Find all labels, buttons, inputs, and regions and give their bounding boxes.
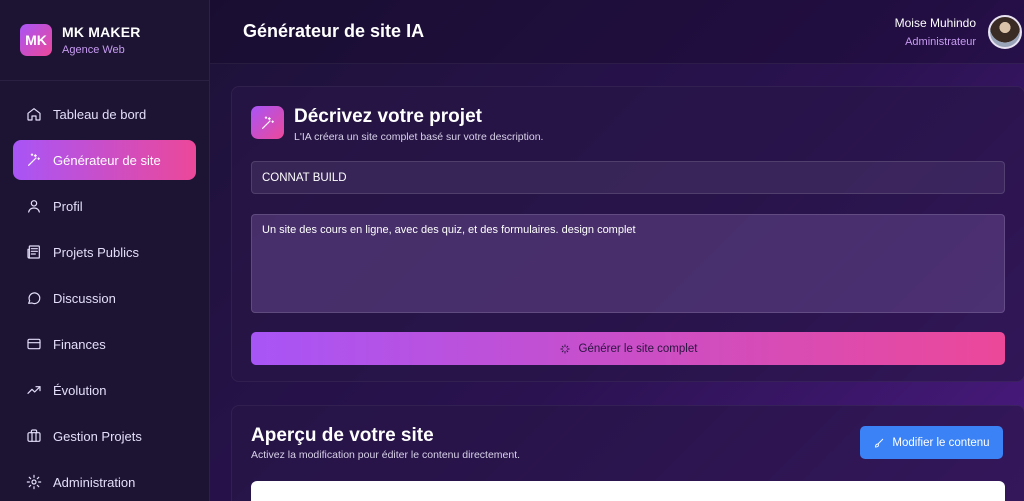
user-icon [26,198,42,214]
generator-card-header: Décrivez votre projet L'IA créera un sit… [232,87,1024,143]
sidebar-item-discussion[interactable]: Discussion [13,278,196,318]
project-description-textarea[interactable]: Un site des cours en ligne, avec des qui… [251,214,1005,313]
user-menu[interactable]: Moise Muhindo Administrateur [895,14,1024,49]
main-content: Générateur de site IA Moise Muhindo Admi… [210,0,1024,501]
user-role: Administrateur [905,35,976,48]
sidebar-item-dashboard[interactable]: Tableau de bord [13,94,196,134]
sidebar-item-label: Gestion Projets [53,428,142,444]
sidebar-item-project-management[interactable]: Gestion Projets [13,416,196,456]
sidebar-item-label: Discussion [53,290,116,306]
briefcase-icon [26,428,42,444]
sidebar-item-label: Finances [53,336,106,352]
sidebar-item-finances[interactable]: Finances [13,324,196,364]
generate-site-button[interactable]: Générer le site complet [251,332,1005,365]
sidebar-item-evolution[interactable]: Évolution [13,370,196,410]
generator-subtitle: L'IA créera un site complet basé sur vot… [294,131,544,143]
brand-subtitle: Agence Web [62,44,125,56]
preview-card: Aperçu de votre site Activez la modifica… [231,405,1024,501]
brush-icon [875,438,884,447]
header: Générateur de site IA Moise Muhindo Admi… [210,0,1024,64]
user-name: Moise Muhindo [894,15,976,30]
app-root: MK MK MAKER Agence Web Tableau de bord G… [0,0,1024,501]
brand-logo: MK [20,24,52,56]
sidebar-item-profile[interactable]: Profil [13,186,196,226]
sparkles-icon [560,344,570,353]
sidebar-item-administration[interactable]: Administration [13,462,196,501]
magic-wand-icon [251,106,284,139]
generator-card-titles: Décrivez votre projet L'IA créera un sit… [294,106,543,143]
brand-text: MK MAKER Agence Web [62,24,141,56]
generator-card: Décrivez votre projet L'IA créera un sit… [231,86,1024,382]
user-text: Moise Muhindo Administrateur [895,16,976,48]
project-name-input[interactable] [251,161,1005,194]
brand: MK MK MAKER Agence Web [0,0,209,81]
sidebar-item-label: Projets Publics [53,244,139,260]
sidebar-item-label: Tableau de bord [53,106,147,122]
edit-content-label: Modifier le contenu [892,436,990,449]
newspaper-icon [26,244,42,260]
gear-icon [26,474,42,490]
avatar[interactable] [988,14,1022,49]
sidebar-item-label: Profil [53,198,83,214]
sidebar-item-label: Administration [53,474,136,490]
page-title: Générateur de site IA [243,21,425,41]
edit-content-button[interactable]: Modifier le contenu [860,426,1003,459]
sidebar-item-label: Générateur de site [53,152,161,168]
generate-site-label: Générer le site complet [578,342,698,355]
brand-name: MK MAKER [62,24,141,40]
chat-icon [26,290,42,306]
home-icon [26,106,42,122]
generator-title: Décrivez votre projet [294,106,482,127]
credit-card-icon [26,336,42,352]
sidebar-item-public-projects[interactable]: Projets Publics [13,232,196,272]
sidebar-nav: Tableau de bord Générateur de site Profi… [0,81,209,501]
trending-up-icon [26,382,42,398]
magic-wand-icon [26,152,42,168]
sidebar-item-label: Évolution [53,382,107,398]
site-preview-frame [251,481,1005,501]
sidebar-item-site-generator[interactable]: Générateur de site [13,140,196,180]
sidebar: MK MK MAKER Agence Web Tableau de bord G… [0,0,210,501]
